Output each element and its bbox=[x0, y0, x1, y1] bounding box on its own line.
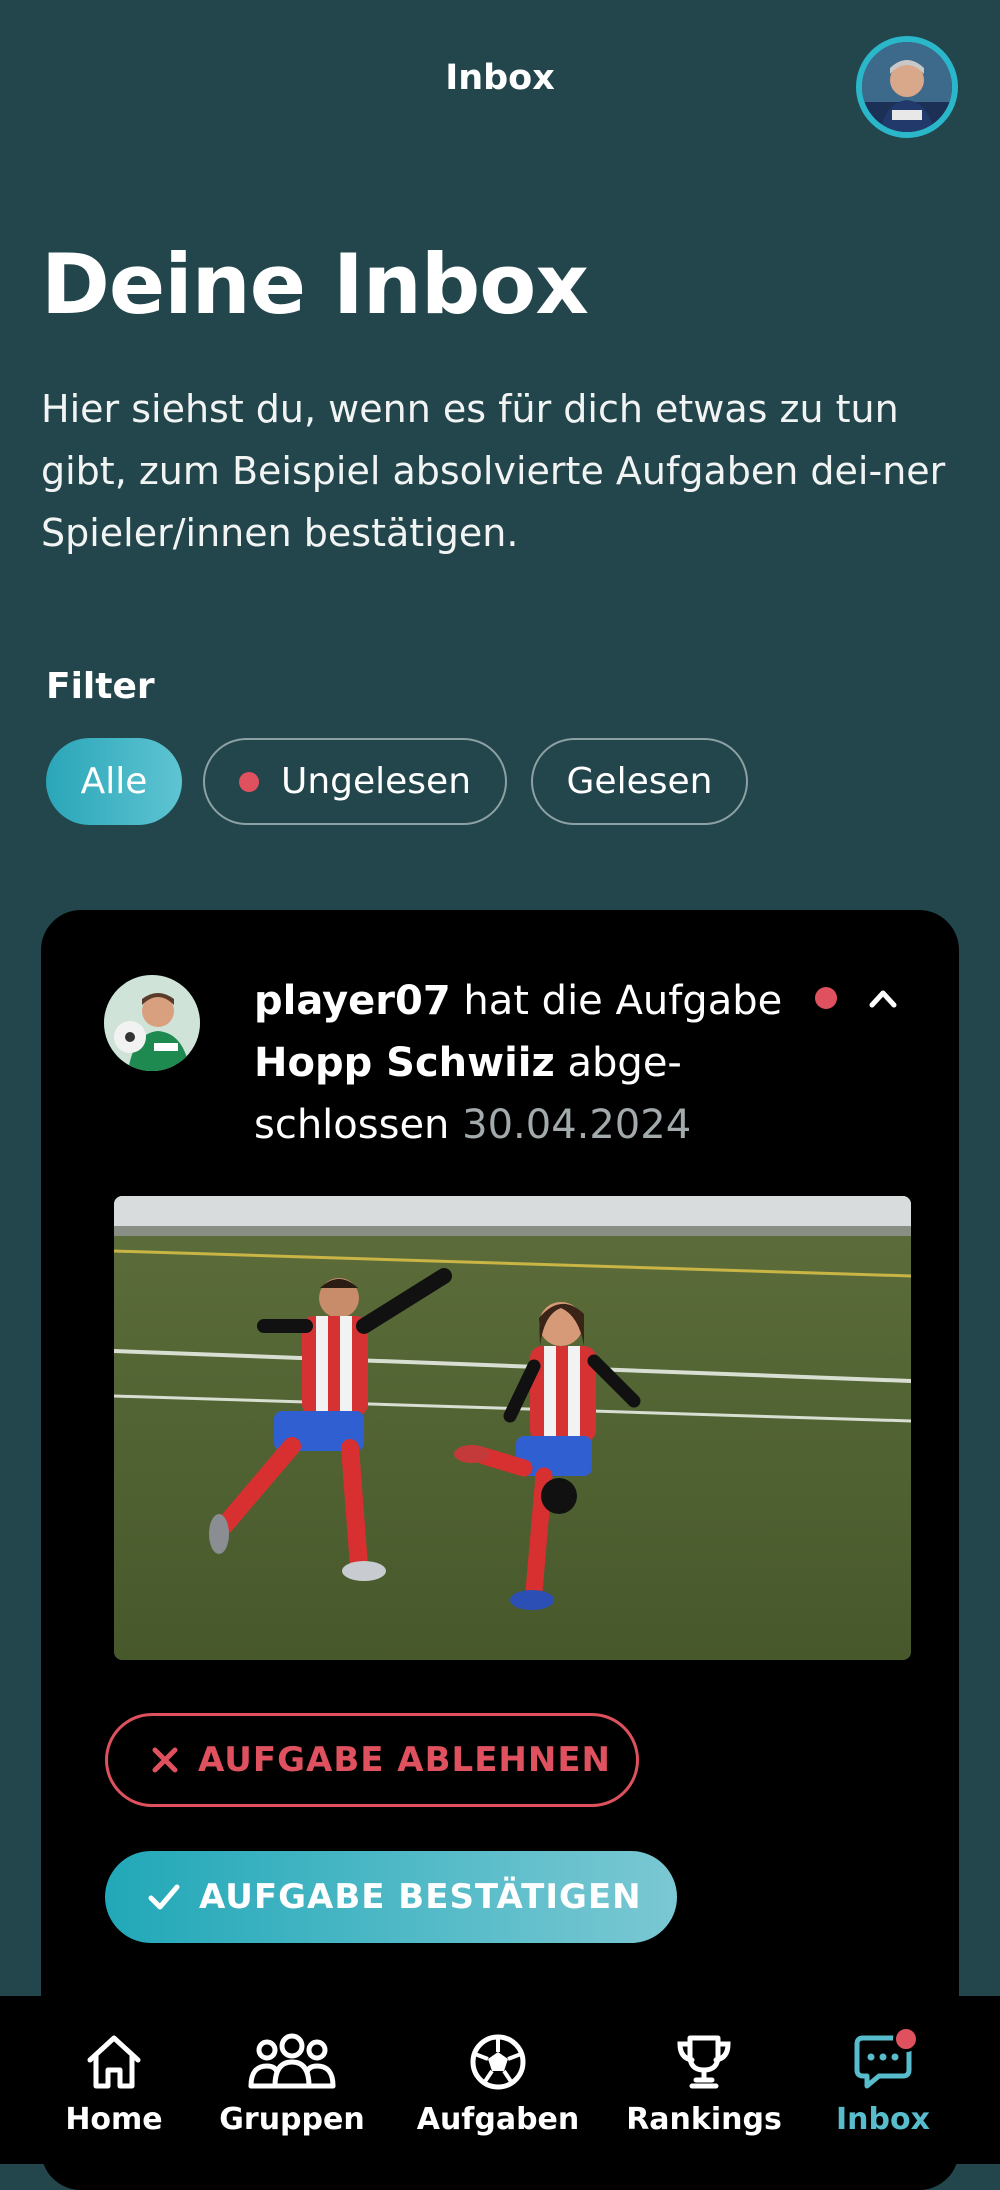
house-icon bbox=[82, 2030, 146, 2094]
group-icon bbox=[247, 2030, 337, 2094]
nav-label-tasks: Aufgaben bbox=[416, 2102, 580, 2137]
task-photo-image bbox=[114, 1196, 911, 1660]
header-title: Inbox bbox=[445, 58, 555, 98]
nav-item-groups[interactable]: Gruppen bbox=[219, 1996, 365, 2164]
filter-chip-unread[interactable]: Ungelesen bbox=[203, 738, 507, 825]
notification-text-part-a: hat die Aufgabe bbox=[450, 978, 783, 1024]
notification-text: player07 hat die Aufgabe Hopp Schwiiz ab… bbox=[254, 970, 794, 1156]
page-title: Deine Inbox bbox=[41, 236, 589, 333]
task-photo[interactable] bbox=[114, 1196, 911, 1660]
soccer-ball-icon bbox=[466, 2030, 530, 2094]
nav-item-tasks[interactable]: Aufgaben bbox=[417, 1996, 579, 2164]
reject-task-button[interactable]: AUFGABE ABLEHNEN bbox=[105, 1713, 639, 1807]
filter-chip-read-label: Gelesen bbox=[566, 761, 713, 802]
chevron-up-icon[interactable] bbox=[864, 980, 902, 1018]
user-avatar-image bbox=[862, 42, 952, 132]
task-name[interactable]: Hopp Schwiiz bbox=[254, 1040, 555, 1086]
close-icon bbox=[152, 1747, 178, 1773]
unread-dot-icon bbox=[238, 771, 259, 792]
player-name[interactable]: player07 bbox=[254, 978, 451, 1024]
reject-task-label: AUFGABE ABLEHNEN bbox=[198, 1740, 612, 1780]
nav-label-groups: Gruppen bbox=[219, 2102, 365, 2137]
page-description: Hier siehst du, wenn es für dich etwas z… bbox=[41, 387, 946, 555]
chat-icon bbox=[851, 2026, 919, 2094]
unread-indicator bbox=[815, 987, 837, 1009]
confirm-task-label: AUFGABE BESTÄTIGEN bbox=[199, 1877, 642, 1917]
nav-item-rankings[interactable]: Rankings bbox=[626, 1996, 782, 2164]
filter-label: Filter bbox=[46, 666, 155, 707]
nav-item-home[interactable]: Home bbox=[54, 1996, 174, 2164]
filter-chip-all[interactable]: Alle bbox=[46, 738, 182, 825]
notification-date: 30.04.2024 bbox=[462, 1102, 692, 1148]
filter-chip-unread-label: Ungelesen bbox=[280, 761, 472, 802]
bottom-navigation: Home Gruppen Aufgaben Rankings Inbox bbox=[0, 1996, 1000, 2164]
filter-chip-all-label: Alle bbox=[80, 761, 148, 802]
nav-label-inbox: Inbox bbox=[836, 2102, 930, 2137]
player-avatar-image bbox=[104, 975, 200, 1071]
nav-label-rankings: Rankings bbox=[626, 2102, 782, 2137]
user-avatar[interactable] bbox=[856, 36, 958, 138]
filter-chip-read[interactable]: Gelesen bbox=[531, 738, 748, 825]
nav-label-home: Home bbox=[65, 2102, 163, 2137]
nav-item-inbox[interactable]: Inbox bbox=[828, 1996, 938, 2164]
confirm-task-button[interactable]: AUFGABE BESTÄTIGEN bbox=[105, 1851, 677, 1943]
player-avatar bbox=[104, 975, 200, 1071]
check-icon bbox=[148, 1884, 180, 1910]
inbox-badge-dot bbox=[893, 2026, 919, 2052]
trophy-icon bbox=[672, 2030, 736, 2094]
